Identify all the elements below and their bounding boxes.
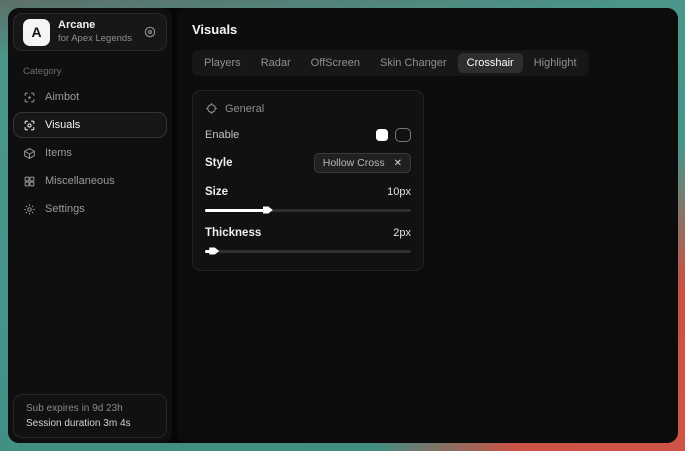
thickness-row: Thickness 2px [205,227,411,239]
enable-row: Enable [205,128,411,142]
sidebar-item-visuals[interactable]: Visuals [13,112,167,138]
thickness-slider[interactable] [205,247,411,255]
sidebar-item-settings[interactable]: Settings [13,196,167,222]
gear-icon [23,203,36,216]
brand-card: A Arcane for Apex Legends [13,13,167,51]
sidebar-item-label: Items [45,147,72,159]
brand-subtitle: for Apex Legends [58,33,135,45]
tab-players[interactable]: Players [195,53,250,73]
brand-title: Arcane [58,19,135,33]
sidebar: A Arcane for Apex Legends Category [8,8,172,443]
thickness-value: 2px [393,227,411,239]
sidebar-item-aimbot[interactable]: Aimbot [13,84,167,110]
section-title: General [225,103,264,115]
sidebar-item-label: Settings [45,203,85,215]
style-value: Hollow Cross [323,157,385,169]
tab-skin-changer[interactable]: Skin Changer [371,53,456,73]
tab-highlight[interactable]: Highlight [525,53,586,73]
eye-scan-icon [23,119,36,132]
main-panel: Visuals Players Radar OffScreen Skin Cha… [177,8,678,443]
brand-logo: A [23,19,50,46]
slider-thumb[interactable] [263,205,273,215]
target-icon[interactable] [143,25,157,39]
enable-checkbox[interactable] [395,128,411,142]
enable-label: Enable [205,129,239,141]
sub-expires-text: Sub expires in 9d 23h [26,403,154,414]
slider-thumb[interactable] [209,246,219,256]
subscription-info-box: Sub expires in 9d 23h Session duration 3… [13,394,167,438]
clear-icon[interactable]: ✕ [394,158,402,169]
sidebar-item-miscellaneous[interactable]: Miscellaneous [13,168,167,194]
tab-crosshair[interactable]: Crosshair [458,53,523,73]
crosshair-icon [205,102,218,115]
box-icon [23,147,36,160]
app-window: A Arcane for Apex Legends Category [8,8,678,443]
sidebar-nav: Aimbot Visuals Items [8,84,172,222]
slider-track [205,250,411,253]
sidebar-item-label: Aimbot [45,91,79,103]
crosshair-scan-icon [23,91,36,104]
size-row: Size 10px [205,186,411,198]
size-slider[interactable] [205,206,411,214]
general-settings-card: General Enable Style Hollow Cross ✕ Size… [192,90,424,271]
sidebar-item-items[interactable]: Items [13,140,167,166]
style-label: Style [205,157,233,169]
thickness-label: Thickness [205,227,261,239]
style-select[interactable]: Hollow Cross ✕ [314,153,411,173]
sidebar-item-label: Visuals [45,119,80,131]
category-label: Category [23,66,172,77]
style-row: Style Hollow Cross ✕ [205,153,411,173]
slider-fill [205,209,267,212]
session-duration-text: Session duration 3m 4s [26,418,154,429]
size-value: 10px [387,186,411,198]
tab-radar[interactable]: Radar [252,53,300,73]
sidebar-item-label: Miscellaneous [45,175,115,187]
grid-icon [23,175,36,188]
size-label: Size [205,186,228,198]
page-title: Visuals [192,22,663,37]
visuals-tabbar: Players Radar OffScreen Skin Changer Cro… [192,50,589,76]
tab-offscreen[interactable]: OffScreen [302,53,369,73]
color-swatch[interactable] [376,129,388,141]
